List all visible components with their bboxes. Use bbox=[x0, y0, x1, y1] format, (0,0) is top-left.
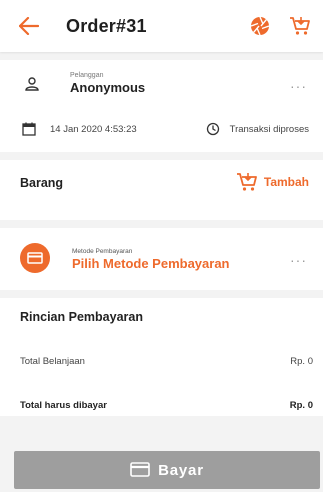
aperture-icon[interactable] bbox=[249, 15, 271, 37]
payment-card-icon bbox=[20, 243, 50, 273]
pay-button-label: Bayar bbox=[158, 461, 204, 479]
add-item-button[interactable]: Tambah bbox=[236, 172, 309, 192]
customer-more-icon[interactable]: ··· bbox=[290, 78, 307, 94]
transaction-date: 14 Jan 2020 4:53:23 bbox=[50, 123, 137, 135]
payment-method-value: Pilih Metode Pembayaran bbox=[72, 256, 230, 271]
payment-method-card[interactable]: Metode Pembayaran Pilih Metode Pembayara… bbox=[0, 228, 323, 290]
payment-details-title: Rincian Pembayaran bbox=[20, 310, 143, 324]
payment-method-label: Metode Pembayaran bbox=[72, 248, 133, 255]
cart-add-icon bbox=[236, 172, 257, 192]
calendar-icon bbox=[22, 122, 36, 136]
pay-button[interactable]: Bayar bbox=[14, 451, 320, 489]
payment-details-card: Rincian Pembayaran Total Belanjaan Rp. 0… bbox=[0, 298, 323, 416]
arrow-left-icon[interactable] bbox=[18, 15, 40, 37]
app-bar: Order#31 bbox=[0, 0, 323, 52]
items-card: Barang Tambah bbox=[0, 160, 323, 220]
cart-icon[interactable] bbox=[289, 15, 311, 37]
add-item-label: Tambah bbox=[263, 175, 309, 189]
progress-icon bbox=[206, 122, 220, 136]
customer-card: Pelanggan Anonymous ··· 14 Jan 2020 4:53… bbox=[0, 60, 323, 152]
user-icon bbox=[24, 76, 40, 92]
page-title: Order#31 bbox=[66, 15, 147, 36]
customer-label: Pelanggan bbox=[70, 72, 104, 79]
transaction-status: Transaksi diproses bbox=[229, 123, 309, 135]
items-title: Barang bbox=[20, 176, 64, 190]
detail-row-total: Total harus dibayar Rp. 0 bbox=[20, 400, 313, 411]
credit-card-icon bbox=[130, 462, 150, 478]
detail-row-subtotal: Total Belanjaan Rp. 0 bbox=[20, 356, 313, 367]
payment-more-icon[interactable]: ··· bbox=[290, 252, 307, 268]
customer-name: Anonymous bbox=[70, 80, 146, 95]
